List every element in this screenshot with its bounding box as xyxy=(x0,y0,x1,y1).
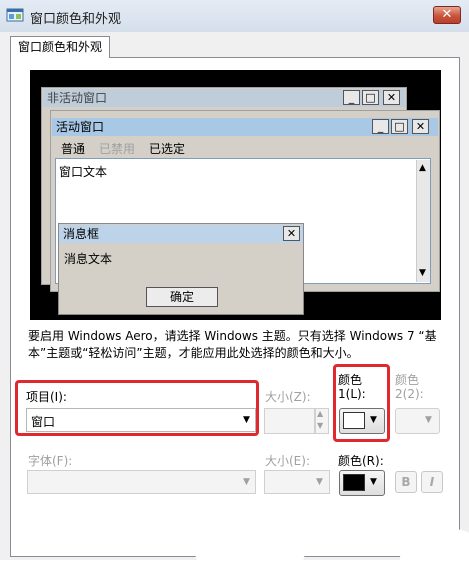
chevron-down-icon: ▼ xyxy=(316,477,323,487)
size-input[interactable] xyxy=(264,408,315,434)
color1-swatch xyxy=(343,412,365,429)
item-select-value: 窗口 xyxy=(31,415,56,429)
color1-label-line2: 1(L): xyxy=(338,387,366,401)
font-size-label: 大小(E): xyxy=(265,454,310,468)
close-button[interactable]: ✕ xyxy=(433,6,461,24)
app-icon xyxy=(6,8,24,22)
preview-scrollbar xyxy=(416,160,430,282)
font-label: 字体(F): xyxy=(28,454,73,468)
maximize-icon: □ xyxy=(391,119,408,134)
font-color-label: 颜色(R): xyxy=(338,454,384,468)
ok-button: 确定 xyxy=(146,287,218,307)
chevron-down-icon: ▼ xyxy=(425,415,432,425)
menu-selected: 已选定 xyxy=(149,142,186,156)
color2-label-line2: 2(2): xyxy=(395,387,424,401)
menu-normal: 普通 xyxy=(61,142,86,156)
color1-label-line1: 颜色 xyxy=(338,373,363,387)
minimize-icon: _ xyxy=(343,90,360,105)
chevron-down-icon: ▼ xyxy=(370,415,377,425)
message-text: 消息文本 xyxy=(64,252,113,266)
color2-label-line1: 颜色 xyxy=(395,373,420,387)
chevron-down-icon: ▼ xyxy=(243,415,250,425)
bold-button[interactable]: B xyxy=(395,471,417,493)
close-icon: ✕ xyxy=(412,119,429,134)
close-icon: ✕ xyxy=(283,226,300,241)
overlay-shape xyxy=(195,516,305,586)
chevron-down-icon: ▼ xyxy=(243,477,250,487)
spin-down-icon: ▼ xyxy=(317,421,324,430)
menu-disabled: 已禁用 xyxy=(99,142,136,156)
item-label: 项目(I): xyxy=(26,390,67,404)
font-select[interactable] xyxy=(27,470,256,494)
item-select[interactable] xyxy=(26,408,256,432)
chevron-down-icon: ▼ xyxy=(370,477,377,487)
maximize-icon: □ xyxy=(362,90,379,105)
size-label: 大小(Z): xyxy=(265,390,311,404)
close-icon: ✕ xyxy=(383,90,400,105)
explanation-text: 要启用 Windows Aero，请选择 Windows 主题。只有选择 Win… xyxy=(28,329,437,360)
color2-button[interactable] xyxy=(395,408,440,434)
window-text: 窗口文本 xyxy=(59,165,108,179)
scroll-up-icon: ▲ xyxy=(419,163,426,173)
window-title: 窗口颜色和外观 xyxy=(30,12,122,27)
spin-up-icon: ▲ xyxy=(317,409,324,418)
font-color-swatch xyxy=(343,474,365,491)
italic-button[interactable]: I xyxy=(421,471,443,493)
tab-window-color[interactable]: 窗口颜色和外观 xyxy=(10,36,110,58)
minimize-icon: _ xyxy=(372,119,389,134)
scroll-down-icon: ▼ xyxy=(419,268,426,278)
message-box-title: 消息框 xyxy=(59,225,303,243)
